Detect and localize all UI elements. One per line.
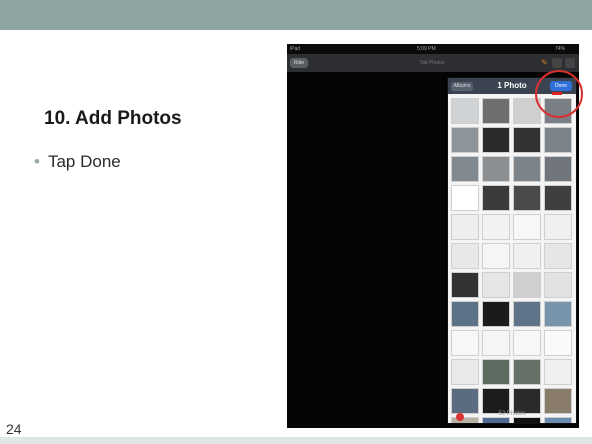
photo-thumbnail[interactable] bbox=[482, 185, 510, 211]
ipad-screenshot: iPad 5:09 PM 74% Ride Tab Photos ✎ Album… bbox=[287, 44, 579, 428]
photo-thumbnail[interactable] bbox=[513, 359, 541, 385]
photo-thumbnail[interactable] bbox=[482, 417, 510, 423]
nav-title: Tab Photos bbox=[419, 60, 445, 66]
photo-thumbnail[interactable] bbox=[513, 127, 541, 153]
photo-thumbnail[interactable] bbox=[544, 359, 572, 385]
photo-thumbnail[interactable] bbox=[451, 185, 479, 211]
bullet-dot-icon: • bbox=[34, 152, 40, 171]
photo-thumbnail[interactable] bbox=[544, 301, 572, 327]
status-device: iPad bbox=[290, 46, 301, 52]
slide-footer-bar bbox=[0, 437, 592, 444]
photo-thumbnail[interactable] bbox=[451, 156, 479, 182]
albums-button[interactable]: Albums bbox=[451, 82, 473, 91]
photo-thumbnail[interactable] bbox=[513, 417, 541, 423]
bullet-item: • Tap Done bbox=[34, 152, 121, 172]
bullet-text: Tap Done bbox=[47, 152, 121, 171]
popover-title: 1 Photo bbox=[497, 81, 527, 90]
photo-thumbnail[interactable] bbox=[544, 330, 572, 356]
photo-thumbnail[interactable] bbox=[482, 214, 510, 240]
photo-thumbnail[interactable] bbox=[451, 98, 479, 124]
nav-button-2[interactable] bbox=[565, 58, 575, 68]
nav-button-1[interactable] bbox=[552, 58, 562, 68]
photo-thumbnail[interactable] bbox=[544, 156, 572, 182]
photo-thumbnail[interactable] bbox=[451, 272, 479, 298]
photo-thumbnail[interactable] bbox=[544, 243, 572, 269]
photo-thumbnail[interactable] bbox=[482, 272, 510, 298]
ipad-status-bar: iPad 5:09 PM 74% bbox=[287, 44, 579, 54]
photo-grid bbox=[451, 98, 573, 423]
photo-thumbnail[interactable] bbox=[482, 330, 510, 356]
photo-thumbnail[interactable] bbox=[482, 359, 510, 385]
nav-back-button[interactable]: Ride bbox=[290, 58, 308, 68]
photo-thumbnail[interactable] bbox=[513, 185, 541, 211]
status-time: 5:09 PM bbox=[417, 46, 436, 52]
photo-thumbnail[interactable] bbox=[482, 301, 510, 327]
ipad-nav-bar: Ride Tab Photos ✎ bbox=[287, 54, 579, 72]
photo-picker-popover: Albums 1 Photo Done 52 Photos bbox=[447, 77, 577, 424]
photo-thumbnail[interactable] bbox=[544, 214, 572, 240]
photo-thumbnail[interactable] bbox=[544, 185, 572, 211]
photo-thumbnail[interactable] bbox=[451, 330, 479, 356]
photo-thumbnail[interactable] bbox=[544, 127, 572, 153]
photo-thumbnail[interactable] bbox=[451, 214, 479, 240]
photo-thumbnail[interactable] bbox=[513, 214, 541, 240]
photo-thumbnail[interactable] bbox=[513, 243, 541, 269]
photo-count: 52 Photos bbox=[498, 411, 526, 417]
photo-thumbnail[interactable] bbox=[513, 156, 541, 182]
pencil-icon[interactable]: ✎ bbox=[541, 58, 551, 68]
photo-thumbnail[interactable] bbox=[451, 301, 479, 327]
photo-thumbnail[interactable] bbox=[482, 156, 510, 182]
status-battery: 74% bbox=[555, 46, 566, 52]
slide-number: 24 bbox=[6, 421, 22, 437]
photo-thumbnail[interactable] bbox=[482, 127, 510, 153]
photo-thumbnail[interactable] bbox=[482, 98, 510, 124]
photo-thumbnail[interactable] bbox=[513, 330, 541, 356]
photo-thumbnail[interactable] bbox=[451, 243, 479, 269]
slide-header-bar bbox=[0, 0, 592, 30]
photo-thumbnail[interactable] bbox=[451, 359, 479, 385]
photo-thumbnail[interactable] bbox=[482, 243, 510, 269]
photo-thumbnail[interactable] bbox=[451, 127, 479, 153]
photo-thumbnail[interactable] bbox=[513, 272, 541, 298]
done-callout-circle bbox=[535, 70, 583, 118]
photo-thumbnail[interactable] bbox=[544, 272, 572, 298]
slide-title: 10. Add Photos bbox=[44, 108, 182, 129]
photo-thumbnail[interactable] bbox=[513, 301, 541, 327]
photo-thumbnail[interactable] bbox=[544, 417, 572, 423]
